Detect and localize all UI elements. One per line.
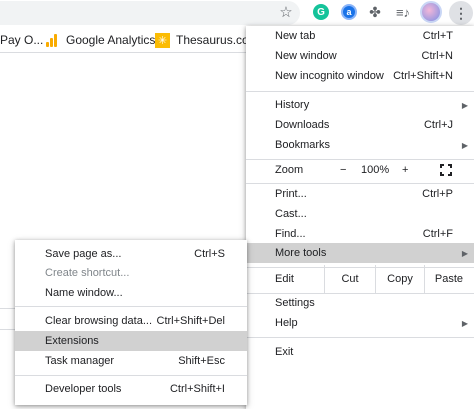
menu-item-label: Bookmarks (275, 139, 331, 151)
address-bar[interactable] (0, 1, 300, 25)
grammarly-glyph: G (313, 4, 329, 20)
menu-item-label: Clear browsing data... (45, 315, 152, 327)
menu-item-label: Settings (275, 297, 315, 309)
star-icon[interactable]: ☆ (276, 2, 296, 22)
submenu-arrow-icon: ▶ (461, 248, 468, 258)
menu-item-exit[interactable]: Exit (246, 342, 474, 362)
grammarly-extension-icon[interactable]: G (311, 2, 331, 22)
menu-item-developer-tools[interactable]: Developer tools Ctrl+Shift+I (15, 379, 247, 399)
menu-item-label: Task manager (45, 355, 115, 367)
menu-item-create-shortcut: Create shortcut... (15, 263, 247, 283)
menu-item-label: Name window... (45, 287, 123, 299)
menu-item-new-window[interactable]: New window Ctrl+N (246, 46, 474, 66)
menu-item-label: Print... (275, 188, 307, 200)
menu-item-shortcut: Ctrl+Shift+Del (156, 315, 225, 327)
bookmark-label: Pay O... (0, 33, 44, 47)
lastpass-glyph: a (341, 4, 357, 20)
menu-item-task-manager[interactable]: Task manager Shift+Esc (15, 351, 247, 371)
menu-item-shortcut: Shift+Esc (178, 355, 225, 367)
menu-item-label: Extensions (45, 335, 99, 347)
menu-item-save-page-as[interactable]: Save page as... Ctrl+S (15, 244, 247, 264)
menu-item-label: Downloads (275, 119, 330, 131)
menu-item-label: New tab (275, 30, 316, 42)
fullscreen-icon[interactable] (440, 164, 452, 176)
thesaurus-icon: ✳ (155, 32, 170, 48)
menu-item-label: More tools (275, 247, 327, 259)
chrome-menu-kebab-icon[interactable]: ⋮ (449, 1, 473, 25)
menu-item-label: Save page as... (45, 248, 122, 260)
menu-item-shortcut: Ctrl+J (423, 119, 453, 131)
menu-item-label: History (275, 99, 310, 111)
menu-item-cast[interactable]: Cast... (246, 204, 474, 224)
menu-item-extensions[interactable]: Extensions (15, 331, 247, 351)
submenu-arrow-icon: ▶ (461, 100, 468, 110)
menu-item-shortcut: Ctrl+Shift+N (393, 70, 453, 82)
media-control-icon[interactable]: ≡♪ (393, 2, 413, 22)
bookmark-item[interactable]: Pay O... (0, 32, 43, 48)
menu-separator (15, 306, 247, 307)
menu-item-downloads[interactable]: Downloads Ctrl+J (246, 115, 474, 135)
menu-item-zoom: Zoom − 100% + (246, 160, 474, 180)
lastpass-extension-icon[interactable]: a (339, 2, 359, 22)
menu-item-print[interactable]: Print... Ctrl+P (246, 184, 474, 204)
copy-button[interactable]: Copy (374, 269, 426, 289)
menu-item-label: Find... (275, 228, 306, 240)
menu-item-label: Cast... (275, 208, 307, 220)
menu-item-help[interactable]: Help ▶ (246, 313, 474, 333)
menu-item-clear-browsing-data[interactable]: Clear browsing data... Ctrl+Shift+Del (15, 311, 247, 331)
menu-item-label: New incognito window (275, 70, 384, 82)
menu-item-name-window[interactable]: Name window... (15, 283, 247, 303)
menu-item-shortcut: Ctrl+N (421, 50, 453, 62)
menu-item-label: Edit (275, 273, 294, 285)
zoom-in-button[interactable]: + (402, 164, 408, 176)
profile-avatar[interactable] (420, 1, 442, 23)
menu-item-settings[interactable]: Settings (246, 293, 474, 313)
menu-item-shortcut: Ctrl+T (422, 30, 453, 42)
menu-item-find[interactable]: Find... Ctrl+F (246, 224, 474, 244)
zoom-level: 100% (361, 164, 390, 176)
menu-item-shortcut: Ctrl+Shift+I (169, 383, 225, 395)
extensions-puzzle-icon[interactable]: ✤ (365, 2, 385, 22)
submenu-arrow-icon: ▶ (461, 140, 468, 150)
google-analytics-icon (46, 33, 60, 47)
menu-separator (246, 337, 474, 338)
menu-item-label: New window (275, 50, 337, 62)
menu-item-bookmarks[interactable]: Bookmarks ▶ (246, 135, 474, 155)
menu-item-shortcut: Ctrl+P (422, 188, 453, 200)
browser-toolbar: ☆ G a ✤ ≡♪ ⋮ (0, 0, 474, 27)
menu-separator (15, 375, 247, 376)
bookmark-thesaurus[interactable]: ✳ Thesaurus.com (155, 32, 259, 48)
page-content-fragment (0, 308, 15, 330)
menu-item-label: Zoom (275, 164, 304, 176)
zoom-out-button[interactable]: − (340, 164, 346, 176)
menu-item-label: Exit (275, 346, 294, 358)
more-tools-submenu: Save page as... Ctrl+S Create shortcut..… (15, 240, 247, 405)
menu-item-label: Developer tools (45, 383, 122, 395)
menu-item-new-tab[interactable]: New tab Ctrl+T (246, 26, 474, 46)
menu-item-shortcut: Ctrl+S (194, 248, 225, 260)
paste-button[interactable]: Paste (423, 269, 474, 289)
menu-item-label: Help (275, 317, 298, 329)
menu-separator (246, 91, 474, 92)
bookmark-google-analytics[interactable]: Google Analytics (46, 32, 155, 48)
menu-item-label: Create shortcut... (45, 267, 130, 279)
menu-item-shortcut: Ctrl+F (422, 228, 453, 240)
bookmark-label: Google Analytics (66, 33, 156, 47)
menu-item-new-incognito-window[interactable]: New incognito window Ctrl+Shift+N (246, 66, 474, 86)
menu-item-edit: Edit Cut Copy Paste (246, 265, 474, 293)
chrome-main-menu: New tab Ctrl+T New window Ctrl+N New inc… (246, 26, 474, 409)
menu-item-more-tools[interactable]: More tools ▶ (246, 243, 474, 263)
cut-button[interactable]: Cut (324, 269, 376, 289)
menu-item-history[interactable]: History ▶ (246, 95, 474, 115)
menu-separator (246, 267, 474, 268)
submenu-arrow-icon: ▶ (461, 318, 468, 328)
